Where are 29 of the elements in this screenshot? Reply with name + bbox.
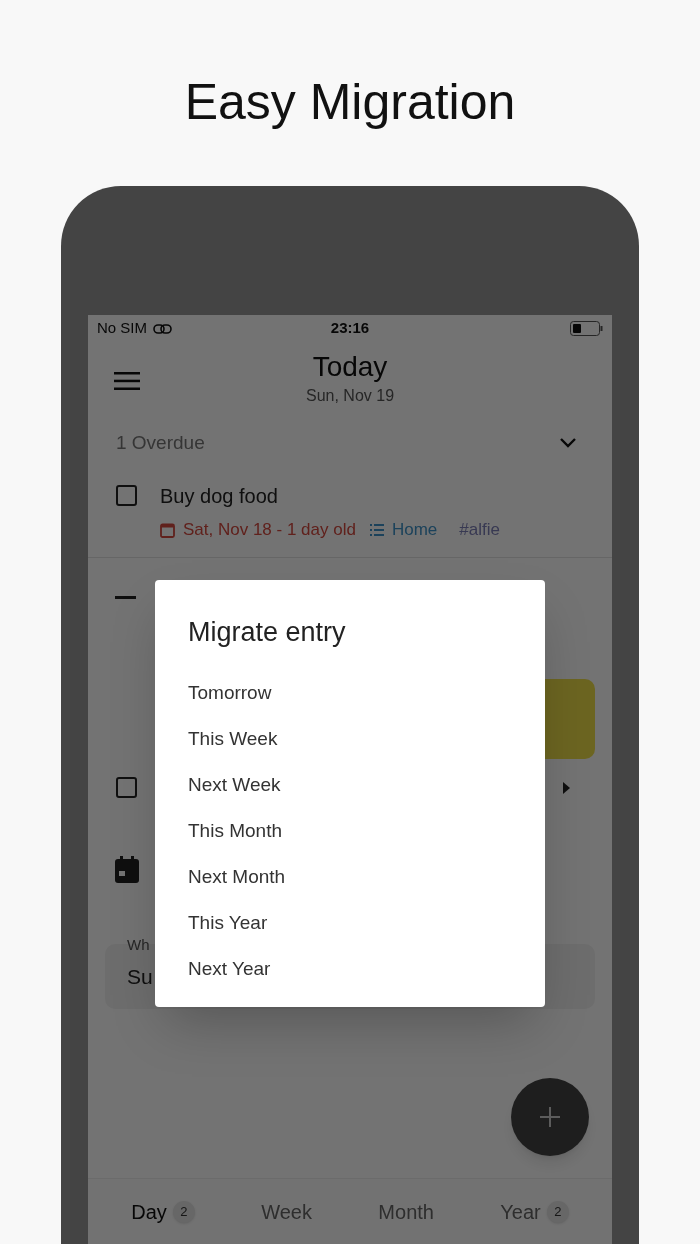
dialog-title: Migrate entry	[188, 616, 347, 649]
headline: Easy Migration	[184, 73, 516, 132]
checkbox[interactable]	[116, 485, 137, 506]
page-subtitle: Sun, Nov 19	[305, 385, 395, 406]
checkbox[interactable]	[116, 777, 137, 798]
dash-icon	[115, 595, 136, 599]
calendar-icon	[160, 521, 175, 538]
list-icon	[369, 523, 384, 536]
due-date: Sat, Nov 18 - 1 day old	[183, 519, 356, 541]
dialog-option[interactable]: Next Week	[188, 762, 512, 809]
page-title: Today	[312, 349, 388, 384]
dialog-option[interactable]: This Year	[188, 900, 512, 947]
plus-icon	[540, 1107, 560, 1127]
count-badge: 2	[546, 1200, 569, 1223]
caret-right-icon[interactable]	[561, 780, 571, 795]
dialog-option[interactable]: Next Month	[188, 854, 512, 901]
carrier-label: No SIM	[97, 318, 147, 339]
dialog-option[interactable]: This Month	[188, 808, 512, 855]
nav-tab[interactable]: Day 2	[131, 1196, 195, 1227]
task-title: Buy dog food	[160, 484, 279, 509]
link-icon	[153, 323, 172, 334]
menu-icon[interactable]	[114, 372, 140, 390]
status-time: 23:16	[330, 318, 370, 339]
dialog-option[interactable]: This Week	[188, 716, 512, 763]
count-badge: 2	[172, 1200, 195, 1223]
dialog-option[interactable]: Tomorrow	[188, 670, 512, 717]
dialog-option[interactable]: Next Year	[188, 946, 512, 993]
calendar-icon	[115, 856, 139, 883]
battery-icon	[570, 321, 603, 336]
